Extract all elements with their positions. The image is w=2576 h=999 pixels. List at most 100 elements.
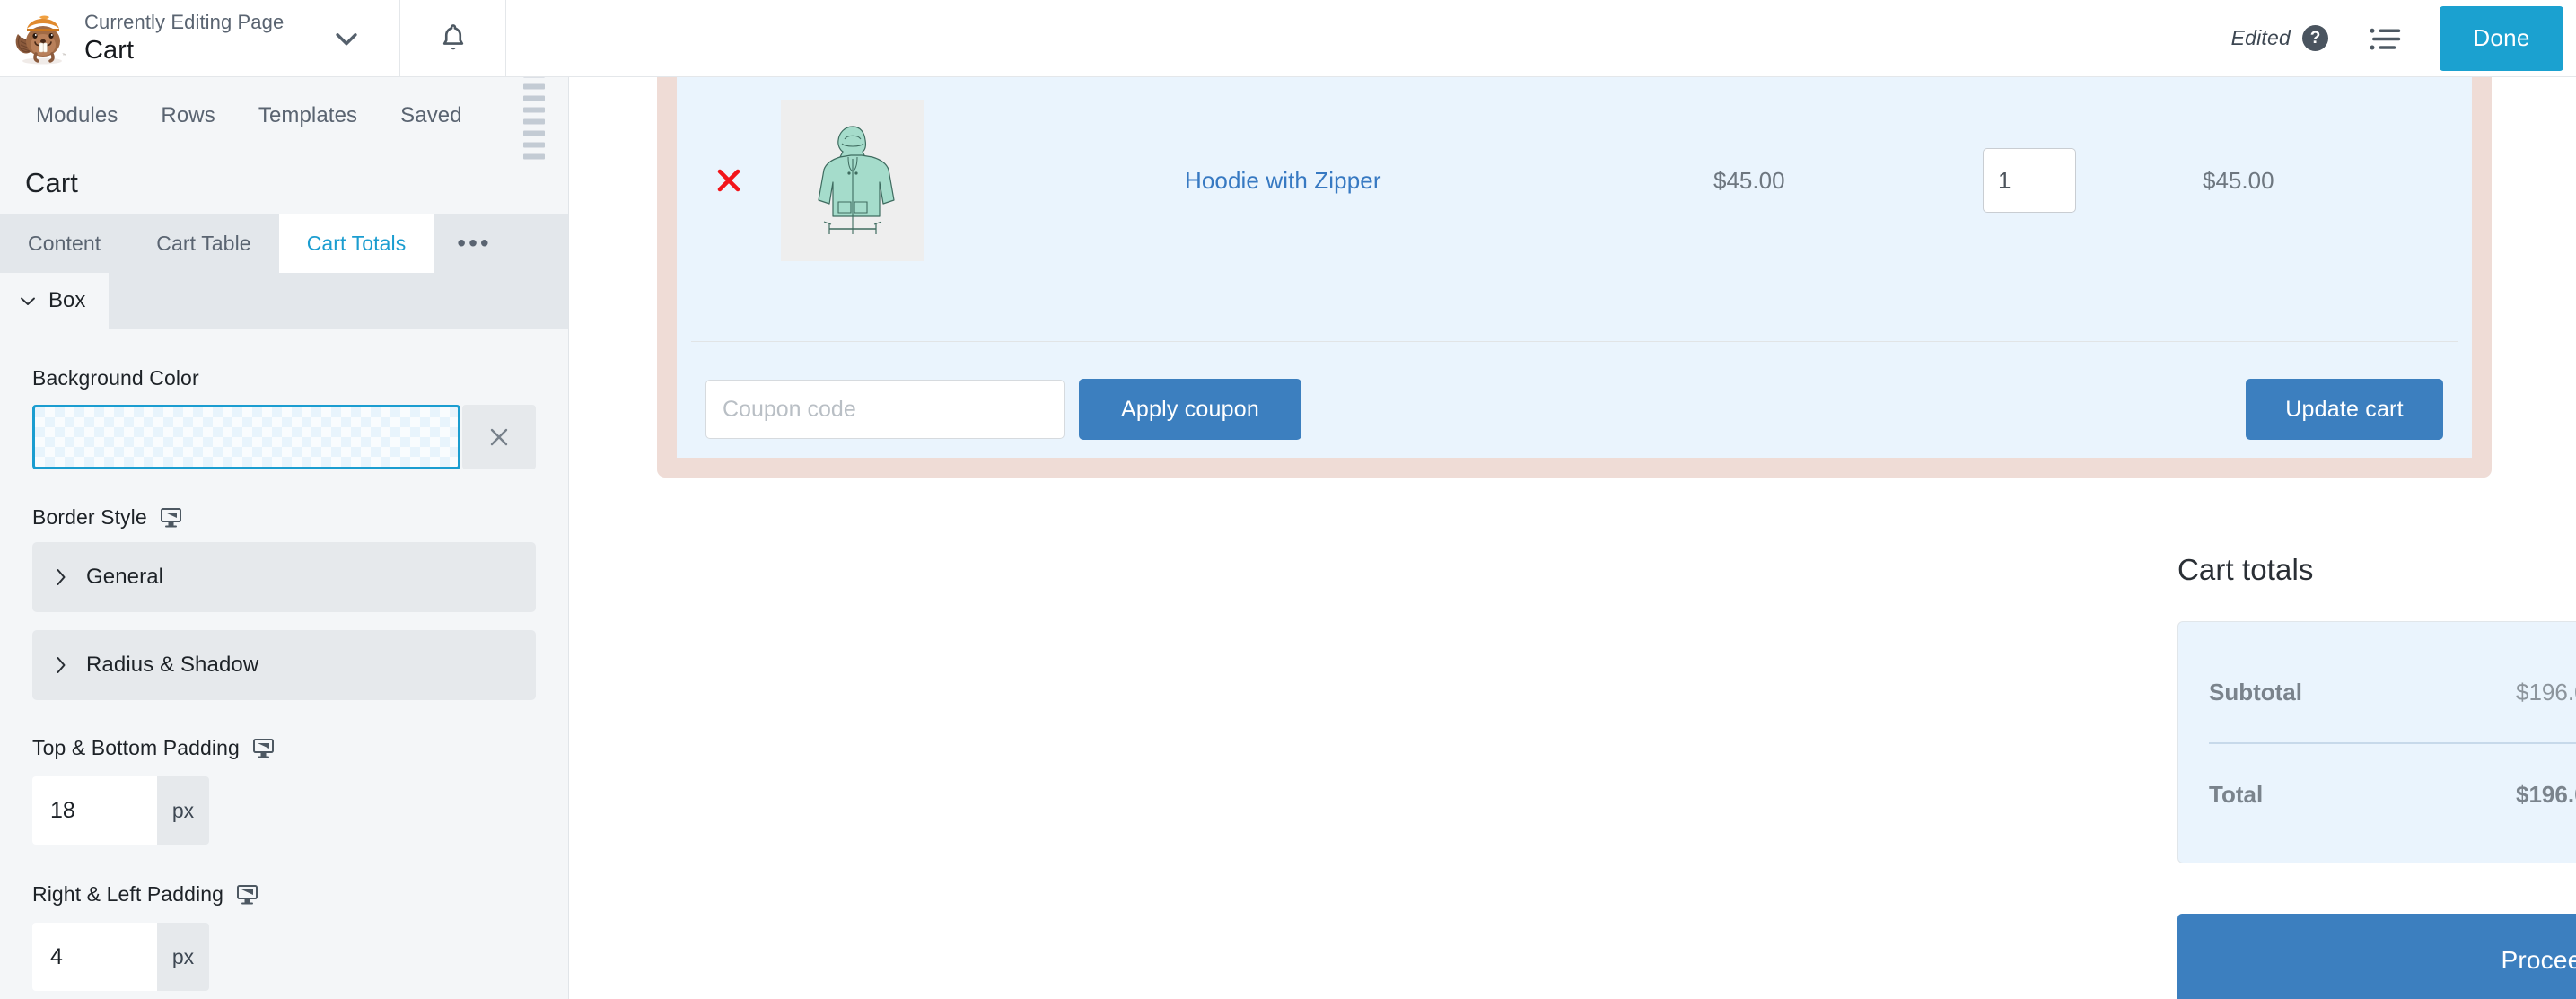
cart-module-container[interactable]: Hoodie with Zipper $45.00 $45.00 (657, 77, 2492, 478)
chevron-down-icon (336, 32, 357, 45)
border-style-label: Border Style (32, 505, 147, 529)
sidebar-nav-modules[interactable]: Modules (36, 103, 118, 128)
total-value: $196.00 (2516, 780, 2576, 808)
question-mark-icon[interactable]: ? (2302, 25, 2328, 51)
desktop-icon[interactable] (236, 884, 258, 905)
desktop-icon[interactable] (160, 507, 182, 528)
editor-body: Modules Rows Templates Saved Cart Conten… (0, 72, 2576, 999)
total-label: Total (2209, 780, 2264, 808)
top-bar: ™ Currently Editing Page Cart Edited ? D… (0, 0, 2576, 77)
sidebar-nav: Modules Rows Templates Saved (0, 72, 568, 160)
accordion-general-label: General (86, 565, 164, 589)
totals-row-subtotal: Subtotal $196.00 (2178, 654, 2576, 730)
cart-totals-section: Cart totals Subtotal $196.00 Total $196.… (2177, 553, 2576, 999)
background-color-label-row: Background Color (32, 366, 536, 390)
product-name-link[interactable]: Hoodie with Zipper (1185, 167, 1381, 195)
coupon-actions-row: Apply coupon Update cart (677, 342, 2472, 477)
tab-overflow-button[interactable]: ••• (434, 214, 514, 273)
product-thumbnail[interactable] (781, 100, 924, 261)
right-left-padding-control: px (32, 923, 536, 991)
chevron-down-icon (21, 297, 35, 305)
update-cart-button[interactable]: Update cart (2246, 379, 2443, 440)
beaver-builder-editor: ™ Currently Editing Page Cart Edited ? D… (0, 0, 2576, 999)
totals-row-total: Total $196.00 (2178, 757, 2576, 832)
tab-cart-table[interactable]: Cart Table (128, 214, 278, 273)
product-price: $45.00 (1713, 166, 1785, 194)
notifications-button[interactable] (400, 0, 507, 76)
product-price-cell: $45.00 (1713, 167, 1983, 195)
cart-totals-heading: Cart totals (2177, 553, 2314, 586)
cart-item-row: Hoodie with Zipper $45.00 $45.00 (677, 77, 2472, 341)
svg-text:™: ™ (62, 53, 66, 58)
outline-list-icon[interactable] (2368, 25, 2404, 52)
desktop-icon[interactable] (252, 738, 275, 758)
right-left-padding-label-row: Right & Left Padding (32, 882, 536, 907)
settings-scroll-area[interactable]: Background Color Border Style General Ra… (0, 329, 568, 999)
accordion-general[interactable]: General (32, 542, 536, 612)
tab-content[interactable]: Content (0, 214, 128, 273)
editing-titles: Currently Editing Page Cart (70, 10, 284, 67)
top-bottom-padding-label: Top & Bottom Padding (32, 736, 240, 759)
cart-totals-box: Subtotal $196.00 Total $196.00 (2177, 621, 2576, 863)
product-name-cell: Hoodie with Zipper (935, 167, 1713, 195)
field-top-bottom-padding: Top & Bottom Padding px (0, 700, 568, 845)
drag-handle-icon[interactable] (523, 72, 545, 160)
proceed-to-checkout-button[interactable]: Proceed to checkout (2177, 914, 2576, 999)
coupon-code-input[interactable] (705, 380, 1065, 439)
sidebar-nav-saved[interactable]: Saved (400, 103, 462, 128)
tab-cart-totals[interactable]: Cart Totals (278, 214, 434, 273)
settings-tabs: Content Cart Table Cart Totals ••• (0, 214, 568, 273)
quantity-input[interactable] (1983, 148, 2076, 213)
field-right-left-padding: Right & Left Padding px (0, 845, 568, 991)
top-bottom-padding-label-row: Top & Bottom Padding (32, 736, 536, 760)
beaver-builder-logo: ™ (15, 15, 66, 64)
done-button[interactable]: Done (2440, 5, 2563, 71)
sidebar-nav-templates[interactable]: Templates (258, 103, 357, 128)
product-subtotal: $45.00 (2203, 166, 2274, 194)
top-bottom-padding-input[interactable] (32, 776, 157, 845)
bell-icon (442, 23, 463, 49)
top-bottom-padding-control: px (32, 776, 536, 845)
hoodie-product-image (818, 126, 895, 234)
settings-sidebar: Modules Rows Templates Saved Cart Conten… (0, 72, 569, 999)
chevron-right-icon (57, 657, 66, 673)
background-color-control (32, 405, 536, 469)
module-title: Cart (25, 167, 78, 198)
accordion-radius-shadow-label: Radius & Shadow (86, 653, 259, 677)
close-x-icon (490, 428, 508, 446)
field-background-color: Background Color (0, 329, 568, 469)
brand-area: ™ Currently Editing Page Cart (0, 0, 293, 76)
right-left-padding-unit[interactable]: px (157, 923, 209, 991)
clear-color-button[interactable] (462, 405, 536, 469)
color-swatch[interactable] (32, 405, 461, 469)
remove-item-button[interactable] (677, 166, 781, 195)
sidebar-nav-rows[interactable]: Rows (161, 103, 215, 128)
page-title: Cart (84, 36, 135, 66)
section-header-bar: Box (0, 273, 568, 329)
accordion-radius-shadow[interactable]: Radius & Shadow (32, 630, 536, 700)
product-quantity-cell (1983, 148, 2203, 213)
totals-divider (2209, 742, 2576, 744)
section-box-toggle[interactable]: Box (0, 273, 110, 329)
background-color-label: Background Color (32, 366, 199, 390)
top-bottom-padding-unit[interactable]: px (157, 776, 209, 845)
apply-coupon-button[interactable]: Apply coupon (1079, 379, 1301, 440)
field-border-style: Border Style (0, 469, 568, 542)
page-canvas: Hoodie with Zipper $45.00 $45.00 (569, 77, 2576, 999)
product-subtotal-cell: $45.00 (2203, 167, 2472, 195)
right-left-padding-label: Right & Left Padding (32, 882, 223, 906)
right-left-padding-input[interactable] (32, 923, 157, 991)
edited-label: Edited (2230, 26, 2291, 49)
product-thumbnail-cell (781, 100, 935, 261)
cart-table: Hoodie with Zipper $45.00 $45.00 (677, 77, 2472, 458)
subtotal-label: Subtotal (2209, 678, 2302, 705)
page-menu-toggle[interactable] (293, 0, 401, 76)
editing-eyebrow: Currently Editing Page (84, 10, 285, 33)
topbar-actions: Edited ? Done (2231, 0, 2576, 76)
subtotal-value: $196.00 (2516, 678, 2576, 705)
section-box-label: Box (48, 288, 86, 312)
edited-status: Edited ? (2231, 25, 2328, 51)
border-style-label-row: Border Style (32, 505, 536, 530)
chevron-right-icon (57, 569, 66, 585)
